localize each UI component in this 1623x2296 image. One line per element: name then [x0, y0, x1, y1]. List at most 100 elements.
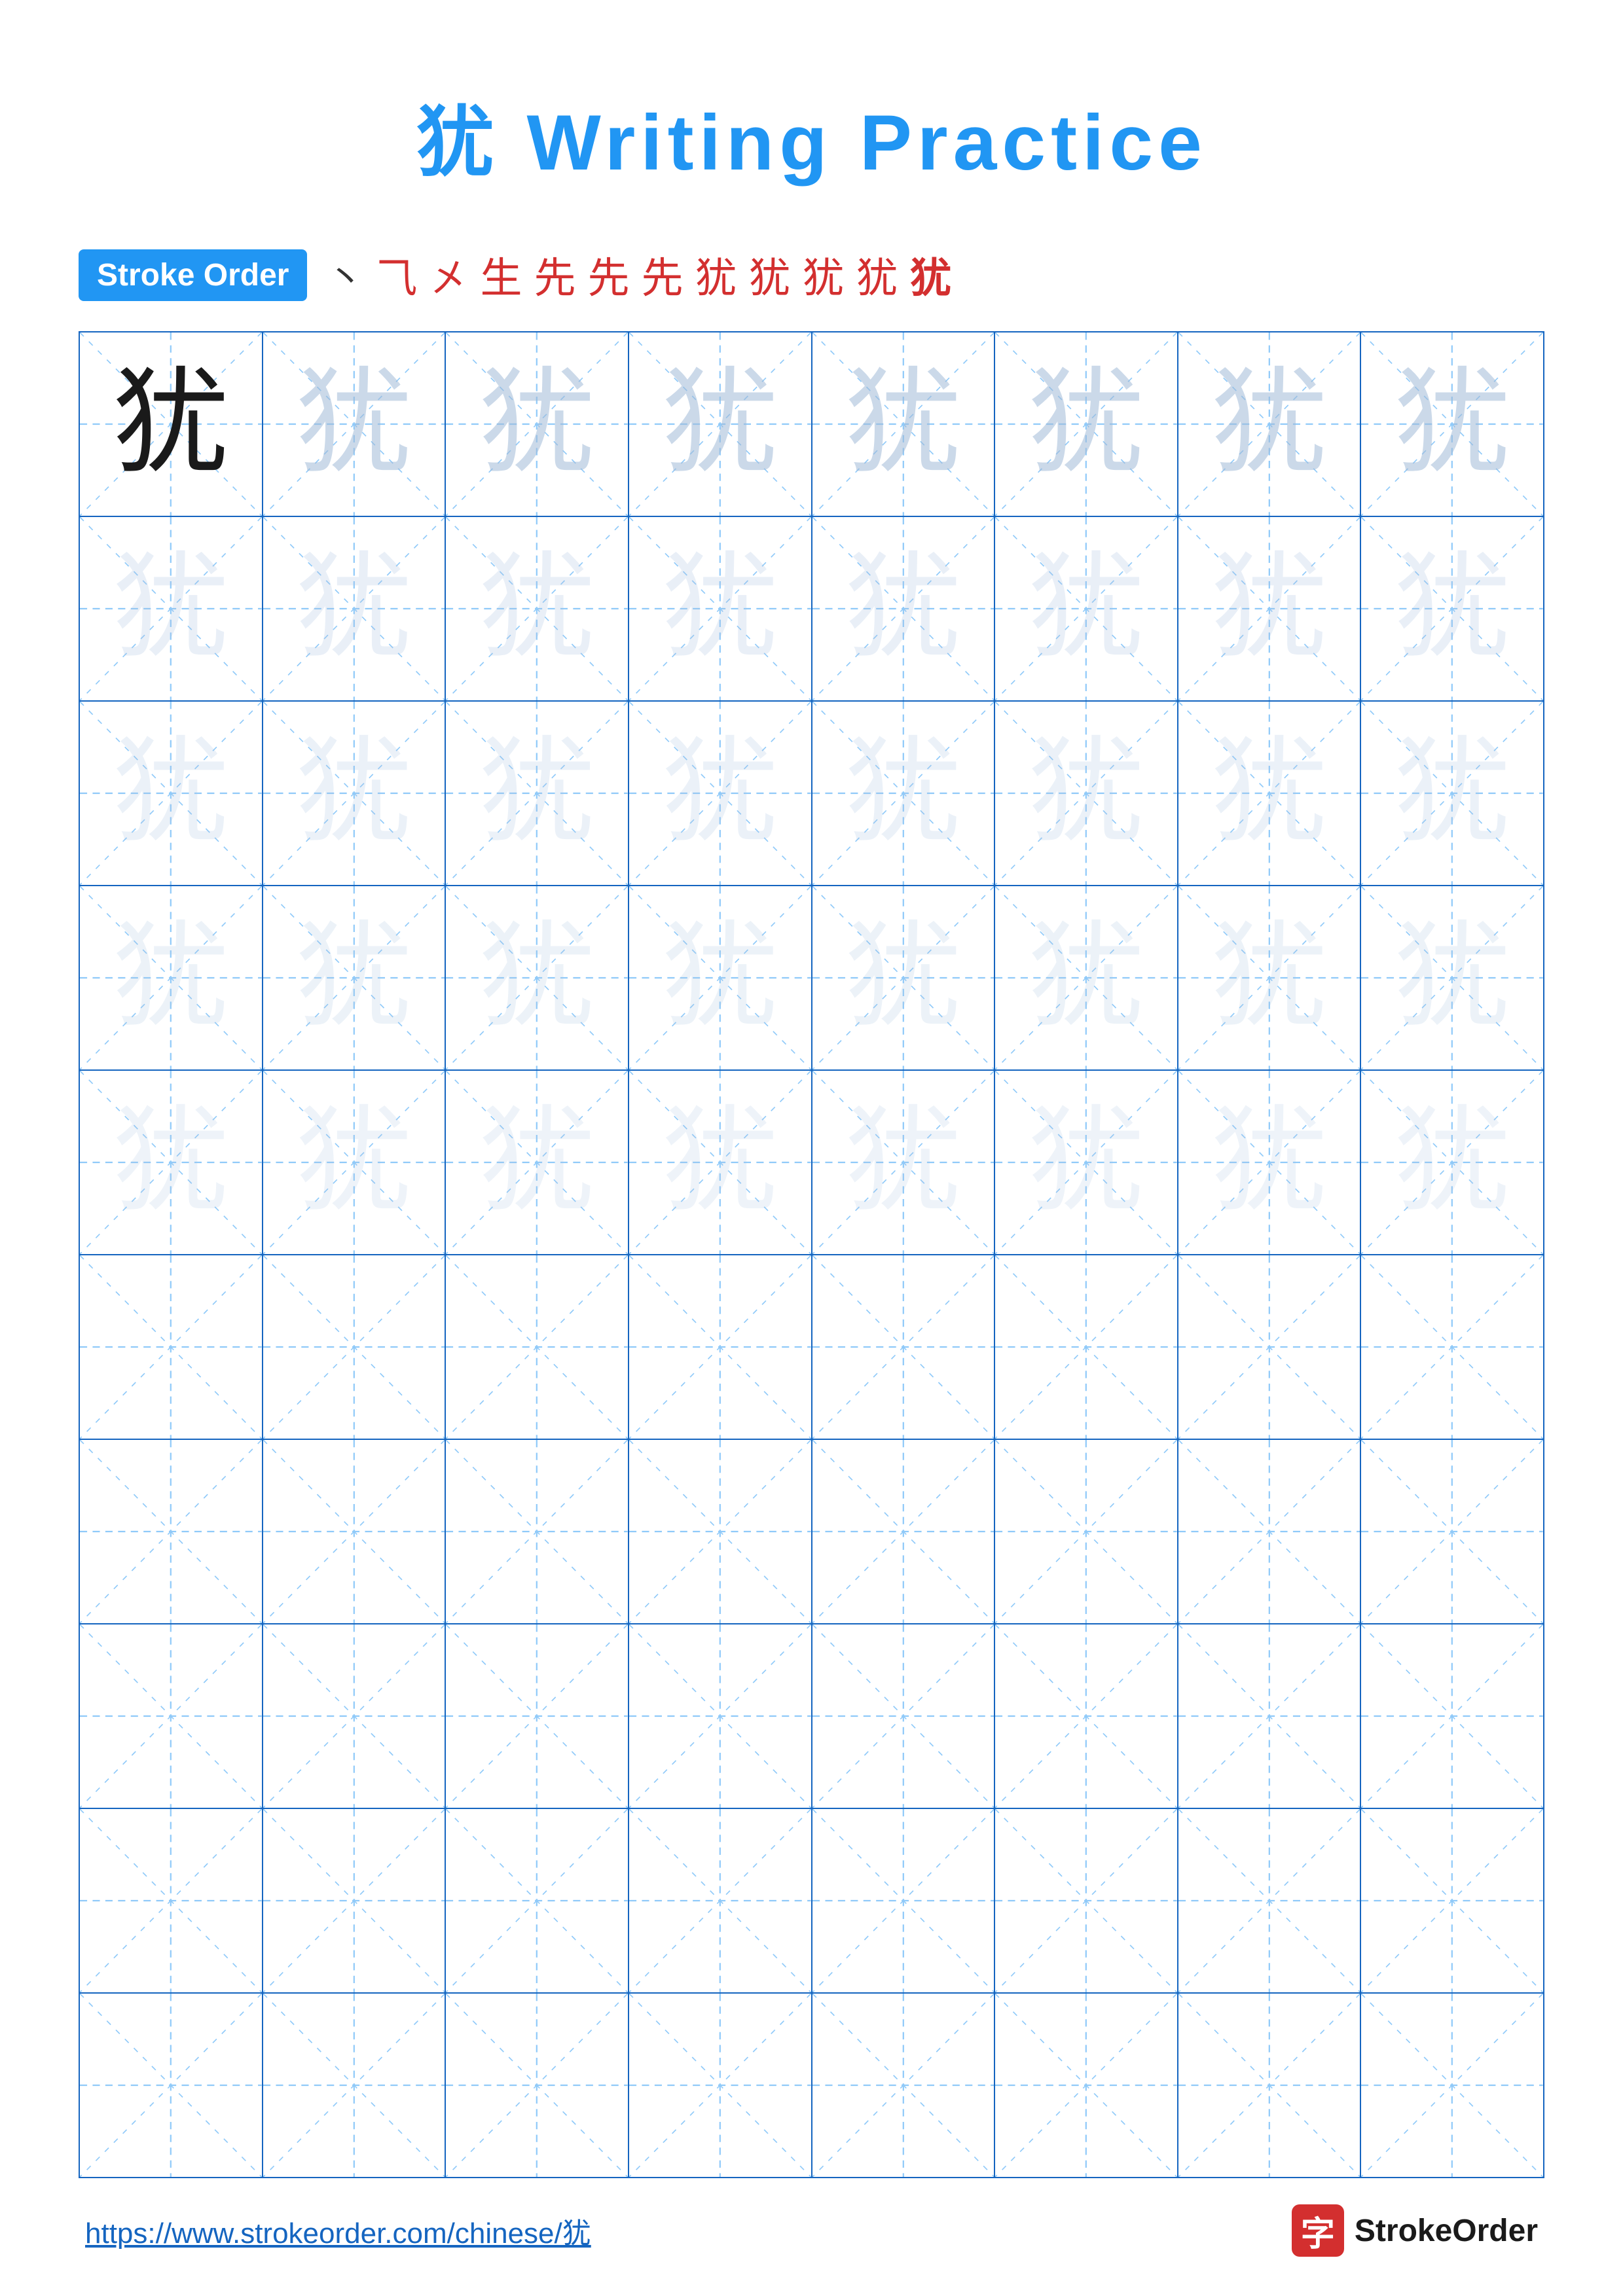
grid-cell[interactable]: 犹	[1178, 702, 1362, 885]
grid-cell[interactable]	[1361, 1440, 1543, 1623]
grid-cell[interactable]: 犹	[446, 332, 629, 516]
grid-cell[interactable]: 犹	[1361, 702, 1543, 885]
grid-cell[interactable]	[995, 1255, 1178, 1439]
grid-cell[interactable]	[263, 1994, 447, 2177]
grid-cell[interactable]: 犹	[812, 517, 996, 700]
grid-cell[interactable]	[80, 1624, 263, 1808]
grid-row: 犹 犹 犹 犹 犹	[80, 702, 1543, 886]
grid-cell[interactable]: 犹	[629, 886, 812, 1069]
grid-cell[interactable]: 犹	[812, 332, 996, 516]
grid-cell[interactable]: 犹	[995, 1071, 1178, 1254]
logo-text: StrokeOrder	[1355, 2213, 1538, 2249]
grid-cell[interactable]	[629, 1809, 812, 1992]
stroke-8: 犹	[695, 245, 737, 305]
grid-cell[interactable]	[1178, 1809, 1362, 1992]
footer-url[interactable]: https://www.strokeorder.com/chinese/犹	[85, 2210, 591, 2251]
grid-cell[interactable]	[263, 1255, 447, 1439]
grid-cell[interactable]: 犹	[263, 517, 447, 700]
grid-cell[interactable]: 犹	[995, 517, 1178, 700]
stroke-10: 犹	[802, 245, 844, 305]
grid-cell[interactable]: 犹	[446, 517, 629, 700]
grid-row	[80, 1994, 1543, 2177]
grid-cell[interactable]	[446, 1255, 629, 1439]
grid-cell[interactable]	[995, 1994, 1178, 2177]
grid-cell[interactable]: 犹	[446, 1071, 629, 1254]
stroke-6: 先	[587, 245, 629, 305]
grid-cell[interactable]	[446, 1994, 629, 2177]
grid-cell[interactable]	[995, 1440, 1178, 1623]
grid-cell[interactable]	[629, 1440, 812, 1623]
grid-cell[interactable]: 犹	[1361, 886, 1543, 1069]
grid-cell[interactable]: 犹	[1361, 332, 1543, 516]
grid-cell[interactable]	[263, 1440, 447, 1623]
grid-cell[interactable]: 犹	[1178, 332, 1362, 516]
grid-cell[interactable]: 犹	[629, 702, 812, 885]
stroke-1: 丶	[327, 249, 363, 302]
grid-cell[interactable]: 犹	[629, 332, 812, 516]
grid-cell[interactable]	[629, 1624, 812, 1808]
grid-cell[interactable]	[812, 1624, 996, 1808]
grid-cell[interactable]	[812, 1809, 996, 1992]
writing-grid: 犹 犹 犹 犹 犹	[79, 331, 1544, 2178]
grid-cell[interactable]: 犹	[80, 1071, 263, 1254]
grid-cell[interactable]	[446, 1809, 629, 1992]
grid-cell[interactable]	[812, 1440, 996, 1623]
grid-cell[interactable]	[1178, 1624, 1362, 1808]
grid-cell[interactable]	[812, 1994, 996, 2177]
grid-cell[interactable]	[80, 1809, 263, 1992]
grid-cell[interactable]	[1361, 1255, 1543, 1439]
grid-row	[80, 1624, 1543, 1809]
grid-cell[interactable]: 犹	[995, 886, 1178, 1069]
grid-cell[interactable]: 犹	[1178, 517, 1362, 700]
grid-row: 犹 犹 犹 犹 犹	[80, 1071, 1543, 1255]
grid-cell[interactable]	[995, 1809, 1178, 1992]
grid-cell[interactable]: 犹	[263, 332, 447, 516]
grid-cell[interactable]	[1178, 1255, 1362, 1439]
grid-cell[interactable]: 犹	[629, 517, 812, 700]
grid-cell[interactable]	[1361, 1624, 1543, 1808]
grid-cell[interactable]	[1178, 1994, 1362, 2177]
grid-cell[interactable]: 犹	[1178, 1071, 1362, 1254]
grid-cell[interactable]: 犹	[995, 332, 1178, 516]
grid-cell[interactable]: 犹	[812, 1071, 996, 1254]
grid-cell[interactable]	[1178, 1440, 1362, 1623]
stroke-7: 先	[641, 245, 683, 305]
grid-cell[interactable]: 犹	[446, 702, 629, 885]
grid-cell[interactable]	[1361, 1994, 1543, 2177]
grid-cell[interactable]: 犹	[629, 1071, 812, 1254]
grid-cell[interactable]	[1361, 1809, 1543, 1992]
stroke-2: ⺄	[375, 245, 417, 305]
grid-cell[interactable]: 犹	[1178, 886, 1362, 1069]
grid-cell[interactable]: 犹	[80, 702, 263, 885]
grid-cell[interactable]	[629, 1255, 812, 1439]
grid-cell[interactable]	[80, 1255, 263, 1439]
stroke-5: 先	[534, 245, 575, 305]
page-title: 犹 Writing Practice	[416, 79, 1207, 192]
grid-cell[interactable]: 犹	[80, 517, 263, 700]
grid-cell[interactable]: 犹	[812, 886, 996, 1069]
grid-cell[interactable]	[446, 1440, 629, 1623]
grid-cell[interactable]: 犹	[1361, 1071, 1543, 1254]
grid-cell[interactable]: 犹	[995, 702, 1178, 885]
grid-cell[interactable]: 犹	[1361, 517, 1543, 700]
grid-cell[interactable]	[812, 1255, 996, 1439]
grid-cell[interactable]	[995, 1624, 1178, 1808]
grid-cell[interactable]: 犹	[263, 886, 447, 1069]
grid-cell[interactable]: 犹	[80, 332, 263, 516]
grid-cell[interactable]: 犹	[263, 1071, 447, 1254]
grid-cell[interactable]	[80, 1994, 263, 2177]
grid-row: 犹 犹 犹 犹 犹	[80, 886, 1543, 1071]
grid-cell[interactable]: 犹	[446, 886, 629, 1069]
footer: https://www.strokeorder.com/chinese/犹 字 …	[79, 2204, 1544, 2257]
grid-cell[interactable]	[263, 1624, 447, 1808]
grid-cell[interactable]	[263, 1809, 447, 1992]
grid-cell[interactable]	[446, 1624, 629, 1808]
grid-cell[interactable]	[80, 1440, 263, 1623]
grid-cell[interactable]: 犹	[263, 702, 447, 885]
title-text: Writing Practice	[526, 99, 1207, 187]
grid-cell[interactable]	[629, 1994, 812, 2177]
grid-cell[interactable]: 犹	[80, 886, 263, 1069]
grid-cell[interactable]: 犹	[812, 702, 996, 885]
grid-row	[80, 1255, 1543, 1440]
stroke-12: 犹	[909, 245, 951, 305]
